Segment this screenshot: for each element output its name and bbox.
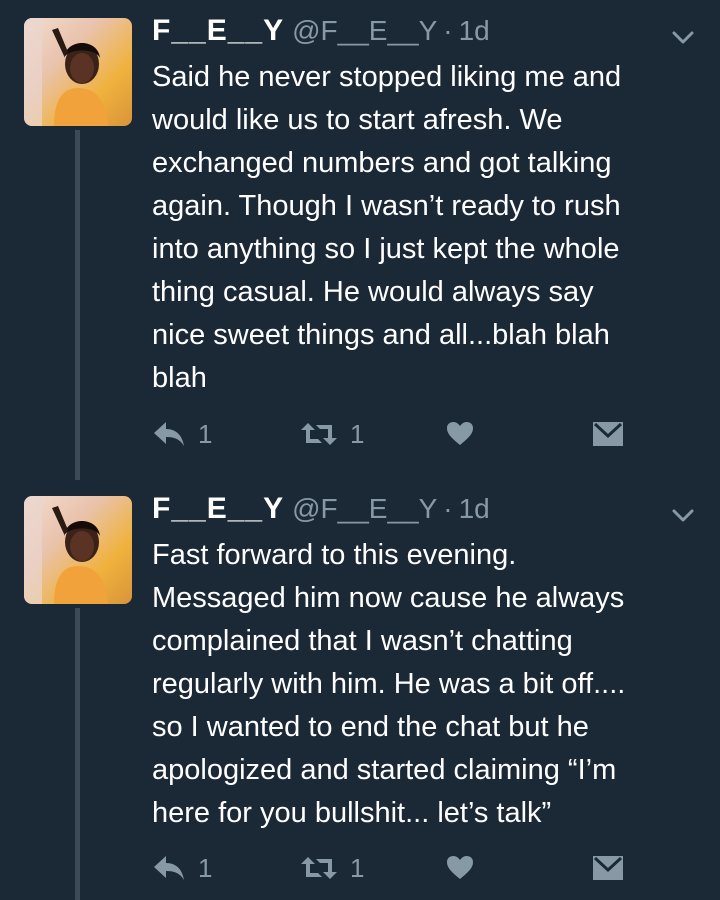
tweet[interactable]: F__E__Y @F__E__Y · 1d Fast forward to th… — [0, 492, 720, 900]
tweet-text-line: thing casual. He would always say — [152, 276, 594, 308]
tweet[interactable]: F__E__Y @F__E__Y · 1d Said he never stop… — [0, 14, 720, 484]
retweet-icon — [301, 857, 337, 879]
like-button[interactable] — [446, 848, 474, 888]
envelope-icon — [593, 856, 623, 880]
tweet-text-line: again. Though I wasn’t ready to rush — [152, 190, 621, 222]
tweet-text-line: complained that I wasn’t chatting — [152, 625, 573, 657]
tweet-text-line: Fast forward to this evening. — [152, 539, 517, 571]
tweet-text-line: regularly with him. He was a bit off.... — [152, 668, 626, 700]
tweet-text-line: blah — [152, 362, 207, 394]
separator-dot: · — [443, 15, 453, 46]
avatar-photo — [24, 496, 108, 604]
display-name[interactable]: F__E__Y — [152, 492, 284, 526]
reply-count: 1 — [198, 418, 213, 449]
timestamp[interactable]: 1d — [459, 493, 490, 525]
reply-icon — [154, 856, 184, 880]
tweet-text: Fast forward to this evening. Messaged h… — [152, 534, 692, 835]
tweet-text-line: exchanged numbers and got talking — [152, 147, 612, 179]
user-handle[interactable]: @F__E__Y — [292, 15, 437, 47]
reply-button[interactable]: 1 — [152, 414, 212, 454]
heart-icon — [447, 856, 473, 879]
direct-message-button[interactable] — [592, 848, 624, 888]
tweet-text-line: apologized and started claiming “I’m — [152, 754, 617, 786]
tweet-text-line: would like us to start afresh. We — [152, 104, 563, 136]
retweet-icon — [301, 423, 337, 445]
tweet-text-line: nice sweet things and all...blah blah — [152, 319, 610, 351]
envelope-icon — [593, 422, 623, 446]
reply-count: 1 — [198, 852, 213, 883]
avatar[interactable] — [24, 18, 132, 126]
like-button[interactable] — [446, 414, 474, 454]
tweet-text-line: Said he never stopped liking me and — [152, 61, 622, 93]
tweet-text-line: so I wanted to end the chat but he — [152, 711, 589, 743]
tweet-text-line: here for you bullshit... let’s talk” — [152, 797, 552, 829]
tweet-text: Said he never stopped liking me and woul… — [152, 56, 692, 400]
retweet-button[interactable]: 1 — [300, 414, 364, 454]
avatar-photo — [24, 18, 108, 126]
retweet-count: 1 — [350, 852, 365, 883]
chevron-down-icon[interactable] — [670, 502, 696, 528]
display-name[interactable]: F__E__Y — [152, 14, 284, 48]
tweet-text-line: into anything so I just kept the whole — [152, 233, 620, 265]
reply-button[interactable]: 1 — [152, 848, 212, 888]
heart-icon — [447, 422, 473, 445]
chevron-down-icon[interactable] — [670, 24, 696, 50]
timestamp[interactable]: 1d — [459, 15, 490, 47]
tweet-actions: 1 1 — [152, 848, 632, 888]
separator-dot: · — [443, 493, 453, 524]
tweet-text-line: Messaged him now cause he always — [152, 582, 625, 614]
reply-icon — [154, 422, 184, 446]
user-handle[interactable]: @F__E__Y — [292, 493, 437, 525]
retweet-count: 1 — [350, 418, 365, 449]
avatar[interactable] — [24, 496, 132, 604]
retweet-button[interactable]: 1 — [300, 848, 364, 888]
direct-message-button[interactable] — [592, 414, 624, 454]
tweet-actions: 1 1 — [152, 414, 632, 454]
